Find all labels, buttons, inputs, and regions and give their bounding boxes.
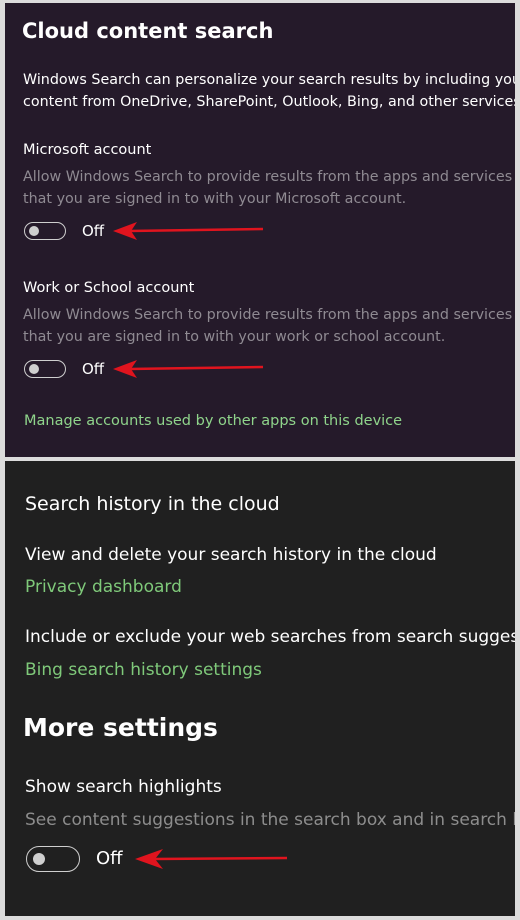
toggle-knob [33,853,45,865]
intro-line-2: content from OneDrive, SharePoint, Outlo… [23,94,515,110]
search-history-heading: Search history in the cloud [25,493,280,515]
search-highlights-desc: See content suggestions in the search bo… [25,810,515,830]
toggle-knob [29,226,39,236]
microsoft-account-toggle-state: Off [82,222,105,240]
microsoft-account-label: Microsoft account [23,142,152,158]
search-history-panel: Search history in the cloud View and del… [5,461,515,916]
screenshot-frame: Cloud content search Windows Search can … [0,0,520,920]
manage-accounts-link[interactable]: Manage accounts used by other apps on th… [24,413,402,429]
bing-history-settings-link[interactable]: Bing search history settings [25,660,262,680]
work-account-toggle-state: Off [82,360,105,378]
include-searches-text: Include or exclude your web searches fro… [25,627,515,647]
view-history-text: View and delete your search history in t… [25,545,437,565]
more-settings-title: More settings [23,713,218,742]
search-highlights-toggle-state: Off [96,848,123,869]
annotation-arrow-icon [135,849,288,869]
microsoft-account-desc-1: Allow Windows Search to provide results … [23,169,513,185]
annotation-arrow-icon [113,360,264,378]
work-account-label: Work or School account [23,280,195,296]
work-account-toggle[interactable] [24,360,66,378]
page-title: Cloud content search [22,19,274,43]
microsoft-account-toggle[interactable] [24,222,66,240]
toggle-knob [29,364,39,374]
search-highlights-toggle[interactable] [26,846,80,872]
intro-line-1: Windows Search can personalize your sear… [23,72,515,88]
annotation-arrow-icon [113,222,264,240]
work-account-desc-1: Allow Windows Search to provide results … [23,307,513,323]
microsoft-account-desc-2: that you are signed in to with your Micr… [23,191,407,207]
cloud-content-search-panel: Cloud content search Windows Search can … [5,3,515,457]
search-highlights-label: Show search highlights [25,777,222,797]
work-account-desc-2: that you are signed in to with your work… [23,329,446,345]
privacy-dashboard-link[interactable]: Privacy dashboard [25,577,182,597]
